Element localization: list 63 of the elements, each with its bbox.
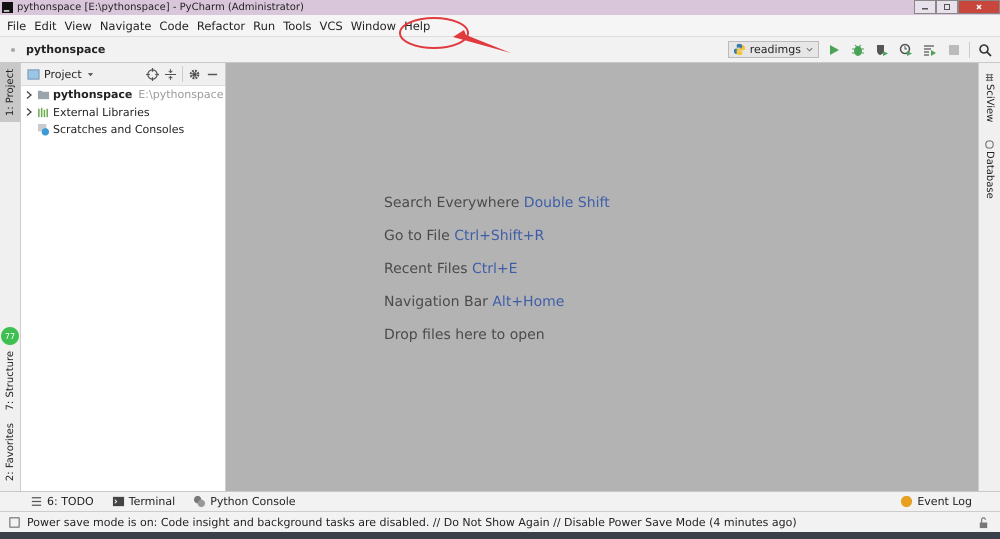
lock-icon[interactable] xyxy=(977,516,990,528)
run-icon[interactable] xyxy=(827,42,841,56)
window-title: pythonspace [E:\pythonspace] - PyCharm (Administrator) xyxy=(17,2,304,13)
editor-hint: Recent Files Ctrl+E xyxy=(384,261,519,277)
event-log-tab[interactable]: Event Log xyxy=(900,495,972,508)
list-icon xyxy=(30,495,43,508)
database-icon xyxy=(985,140,994,150)
status-box-icon[interactable] xyxy=(8,516,21,528)
tool-window-tab[interactable]: 1: Project xyxy=(0,63,20,122)
menu-item[interactable]: Window xyxy=(346,18,400,32)
search-icon[interactable] xyxy=(978,42,992,56)
library-bars-icon xyxy=(37,106,50,119)
menu-item[interactable]: Tools xyxy=(279,18,316,32)
menu-item[interactable]: Code xyxy=(155,18,193,32)
breadcrumb-dot-icon xyxy=(11,48,15,52)
chevron-right-icon[interactable] xyxy=(24,90,34,100)
tool-window-tab[interactable]: 2: Favorites xyxy=(0,416,20,487)
close-button[interactable] xyxy=(958,0,1000,14)
chevron-right-icon[interactable] xyxy=(24,107,34,118)
tree-item[interactable]: pythonspace E:\pythonspace xyxy=(21,86,225,104)
menu-item[interactable]: Navigate xyxy=(96,18,156,32)
editor-hint: Go to File Ctrl+Shift+R xyxy=(384,228,546,244)
scratch-file-icon xyxy=(37,123,50,136)
python-logo-icon xyxy=(732,43,746,56)
shield-play-icon[interactable] xyxy=(875,42,889,56)
menu-item[interactable]: Edit xyxy=(30,18,61,32)
restore-icon xyxy=(942,2,952,12)
tool-window-tab[interactable]: 6: TODO xyxy=(30,495,94,508)
lines-play-icon[interactable] xyxy=(923,42,937,56)
minimize-button[interactable] xyxy=(914,0,936,14)
chevron-down-icon xyxy=(805,45,814,54)
status-message: Power save mode is on: Code insight and background tasks are disabled. // Do Not Show Again // Disable Power Save Mode (4 minutes ago) xyxy=(27,516,797,528)
run-config-dropdown[interactable]: readimgs xyxy=(728,41,819,58)
editor-hint: Search Everywhere Double Shift xyxy=(384,195,610,211)
menu-item[interactable]: View xyxy=(60,18,96,32)
tool-window-tab[interactable]: Database xyxy=(984,140,995,200)
tool-window-tab[interactable]: SciView xyxy=(984,73,995,122)
breadcrumb[interactable]: pythonspace xyxy=(26,43,106,56)
event-dot-icon xyxy=(900,495,914,508)
collapse-icon[interactable] xyxy=(164,68,177,80)
tool-window-tab[interactable]: Terminal xyxy=(112,495,176,508)
window-icon xyxy=(27,68,40,80)
editor-hint: Navigation Bar Alt+Home xyxy=(384,294,566,310)
menu-item[interactable]: File xyxy=(3,18,30,32)
tree-item[interactable]: Scratches and Consoles xyxy=(21,121,225,138)
restore-button[interactable] xyxy=(936,0,958,14)
tree-item[interactable]: External Libraries xyxy=(21,104,225,121)
menu-item[interactable]: VCS xyxy=(316,18,347,32)
settings-icon[interactable] xyxy=(188,68,201,80)
grid-icon xyxy=(985,73,994,82)
terminal-icon xyxy=(112,495,125,508)
project-view-dropdown[interactable]: Project xyxy=(27,68,95,80)
tool-window-tab[interactable]: 7: Structure xyxy=(0,345,20,417)
tool-window-tab[interactable]: Python Console xyxy=(193,495,296,508)
menu-item[interactable]: Refactor xyxy=(192,18,250,32)
editor-hint: Drop files here to open xyxy=(384,327,546,343)
folder-icon xyxy=(37,88,50,102)
close-icon xyxy=(974,2,984,12)
app-logo-icon xyxy=(2,2,13,13)
clock-play-icon[interactable] xyxy=(899,42,913,56)
menu-item[interactable]: Run xyxy=(249,18,280,32)
bug-icon[interactable] xyxy=(851,42,865,56)
locate-icon[interactable] xyxy=(146,68,159,80)
